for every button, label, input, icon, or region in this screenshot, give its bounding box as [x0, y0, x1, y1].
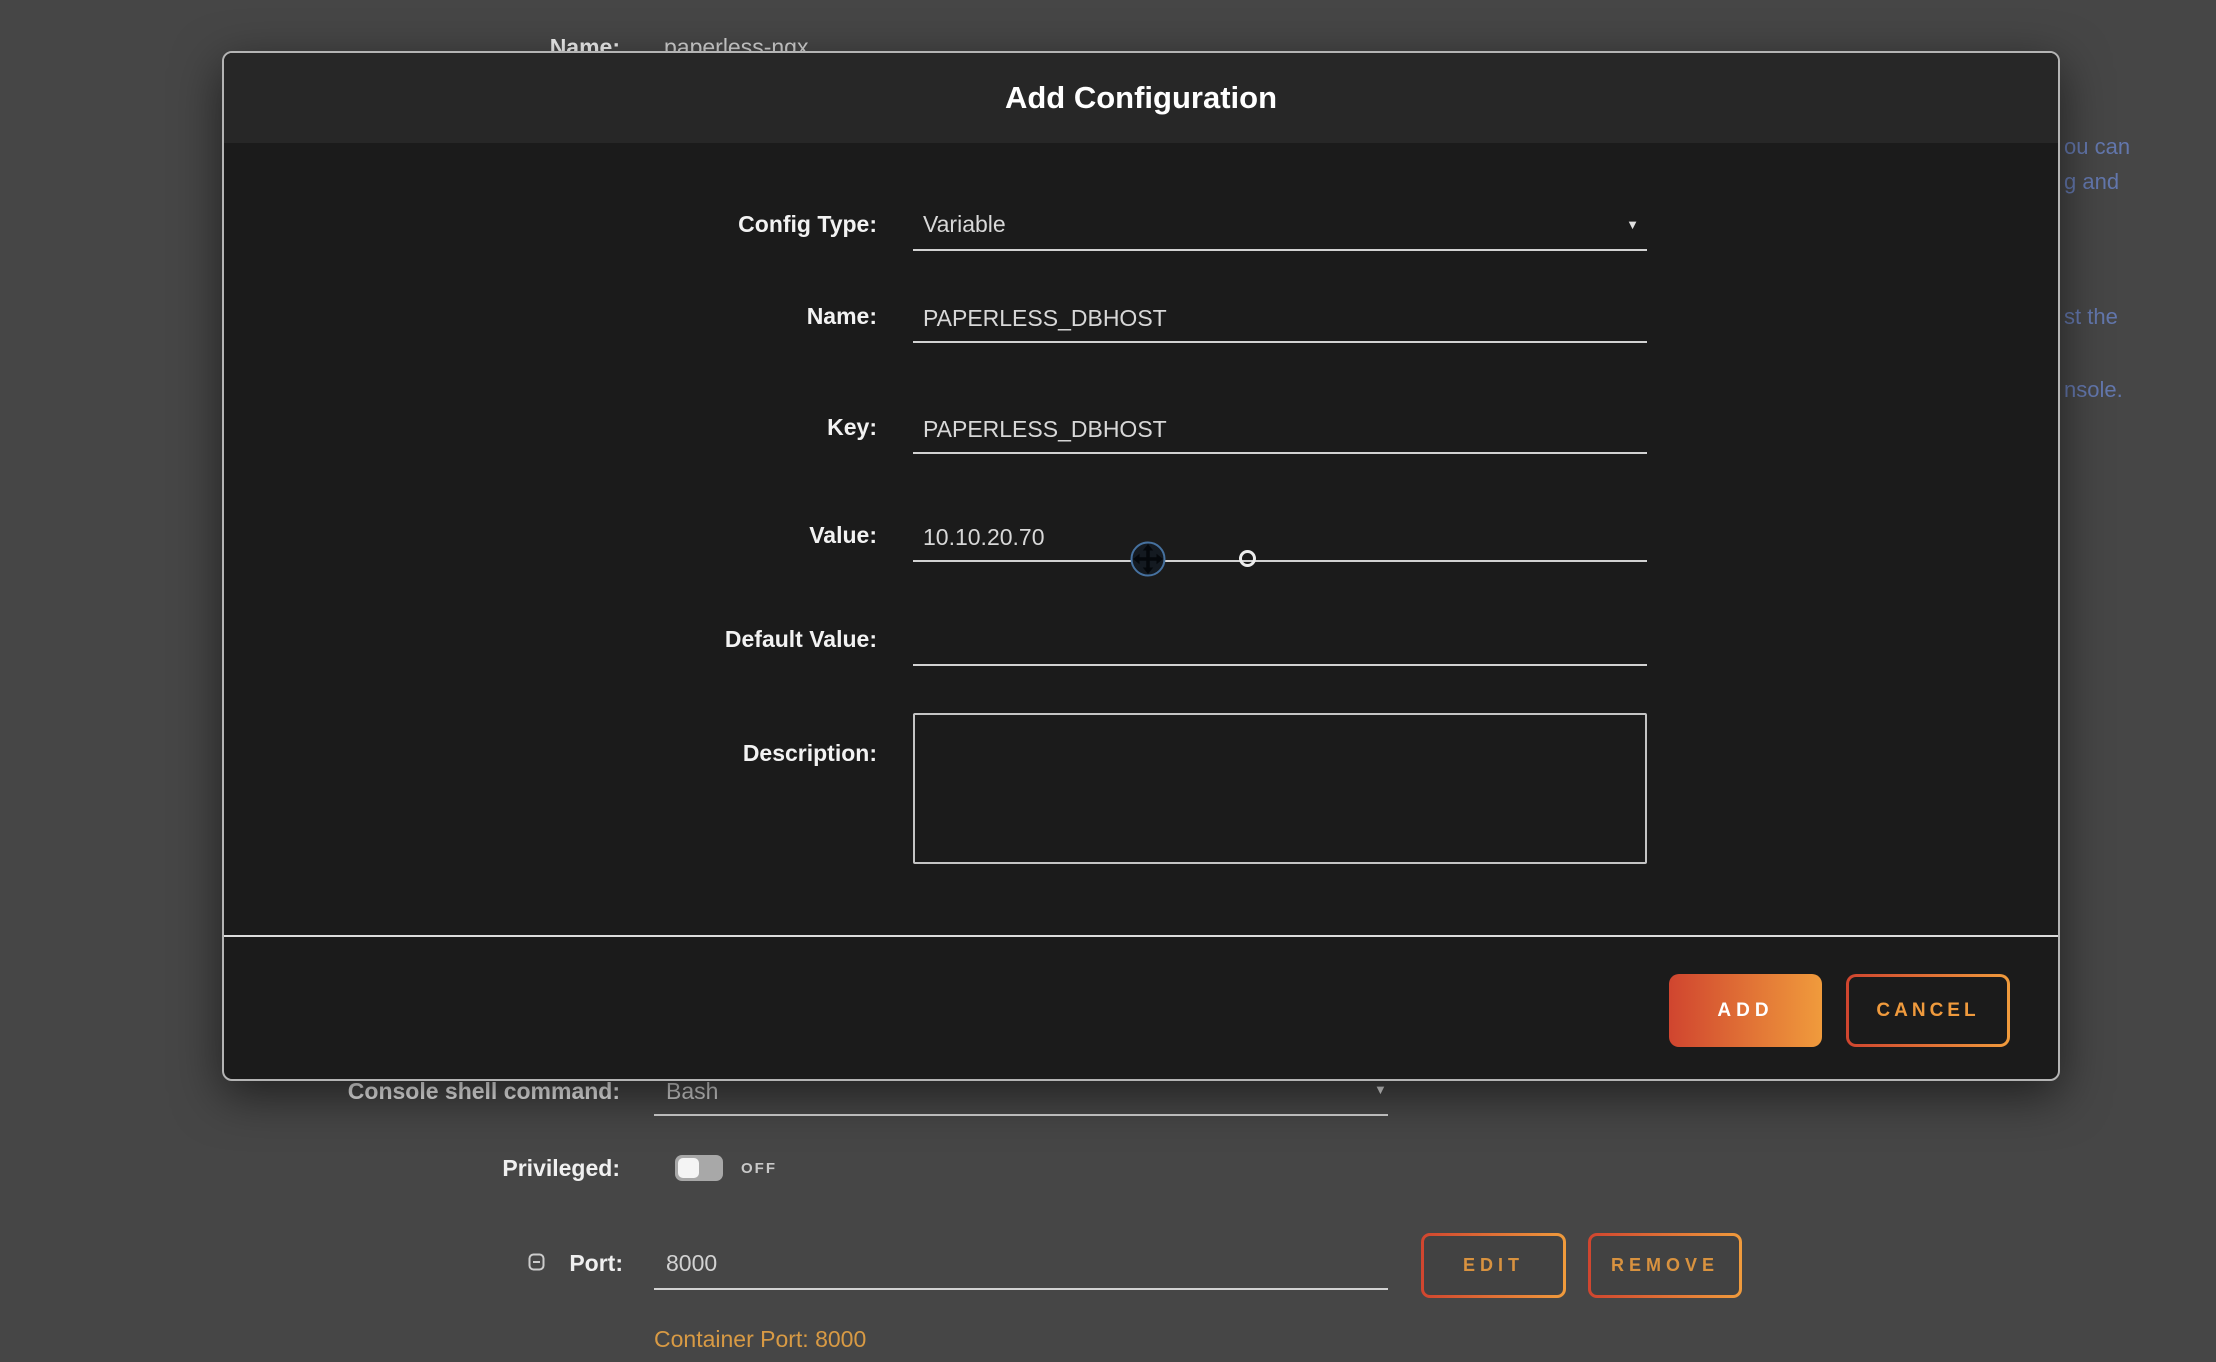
value-label: Value:: [224, 515, 877, 562]
side-text-fragment: g and: [2064, 167, 2119, 197]
value-input[interactable]: [913, 515, 1647, 560]
chevron-down-icon: ▼: [1626, 217, 1639, 232]
edit-button[interactable]: EDIT: [1421, 1233, 1566, 1298]
move-cursor-icon: [1129, 540, 1167, 583]
description-textarea[interactable]: [913, 713, 1647, 864]
description-row: Description:: [224, 713, 2058, 864]
default-value-row: Default Value:: [224, 619, 2058, 666]
click-indicator-icon: [1239, 550, 1256, 567]
port-input[interactable]: 8000: [666, 1246, 717, 1280]
remove-button[interactable]: REMOVE: [1588, 1233, 1742, 1298]
port-label: Port:: [303, 1246, 623, 1280]
config-type-select[interactable]: Variable ▼: [913, 204, 1647, 251]
modal-title: Add Configuration: [1005, 80, 1277, 116]
add-button[interactable]: ADD: [1669, 974, 1822, 1047]
footer-divider: [224, 935, 2058, 937]
toggle-knob: [678, 1158, 699, 1178]
key-input[interactable]: [913, 407, 1647, 452]
name-input[interactable]: [913, 296, 1647, 341]
default-value-input[interactable]: [913, 619, 1647, 664]
cancel-button[interactable]: CANCEL: [1846, 974, 2010, 1047]
default-value-label: Default Value:: [224, 619, 877, 666]
side-text-fragment: ou can: [2064, 132, 2130, 162]
side-text-fragment: nsole.: [2064, 375, 2123, 405]
name-label: Name:: [224, 296, 877, 343]
side-text-fragment: st the: [2064, 302, 2118, 332]
modal-header: Add Configuration: [224, 53, 2058, 143]
container-port-text: Container Port: 8000: [654, 1322, 866, 1356]
chevron-down-icon: ▼: [1374, 1082, 1387, 1097]
input-underline: [654, 1114, 1388, 1116]
privileged-state-label: OFF: [741, 1160, 777, 1177]
key-label: Key:: [224, 407, 877, 454]
input-underline: [654, 1288, 1388, 1290]
description-label: Description:: [224, 713, 877, 864]
key-row: Key:: [224, 407, 2058, 454]
config-type-row: Config Type: Variable ▼: [224, 204, 2058, 251]
privileged-label: Privileged:: [200, 1151, 620, 1185]
name-row: Name:: [224, 296, 2058, 343]
config-type-value: Variable: [913, 204, 1647, 244]
privileged-toggle[interactable]: [675, 1155, 723, 1181]
config-type-label: Config Type:: [224, 204, 877, 251]
